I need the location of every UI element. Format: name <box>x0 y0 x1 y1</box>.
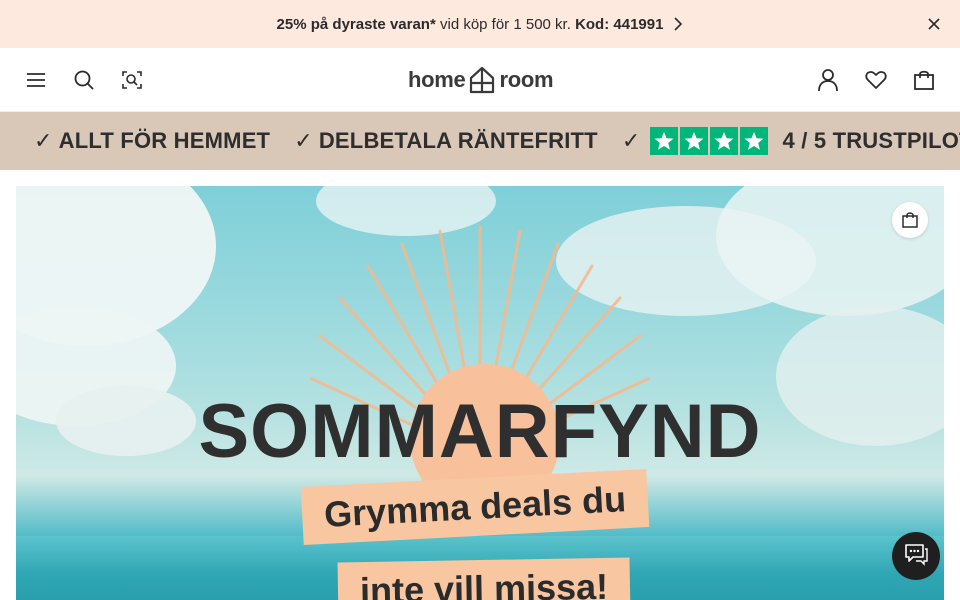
check-icon: ✓ <box>34 128 53 153</box>
star-icon <box>710 127 739 155</box>
search-icon[interactable] <box>72 68 96 92</box>
usp-item-label: DELBETALA RÄNTEFRITT <box>318 128 598 153</box>
hero-title: SOMMARFYND <box>198 389 762 474</box>
chevron-right-icon[interactable] <box>673 17 683 31</box>
trustpilot-rating[interactable]: ✓ 4 / 5 TRUSTPILOT <box>622 127 960 155</box>
house-logo-icon <box>469 66 495 94</box>
trustpilot-stars <box>650 127 770 155</box>
usp-item: ✓ DELBETALA RÄNTEFRITT <box>294 128 598 154</box>
close-icon[interactable] <box>926 16 942 32</box>
promo-regular-text: vid köp för 1 500 kr. <box>435 15 576 33</box>
check-icon: ✓ <box>294 128 313 153</box>
star-icon <box>740 127 769 155</box>
usp-item-label: ALLT FÖR HEMMET <box>58 128 271 153</box>
visual-search-icon[interactable] <box>120 68 144 92</box>
promo-code-text: Kod: 441991 <box>575 15 664 33</box>
logo-text-right: room <box>499 67 554 92</box>
menu-icon[interactable] <box>24 68 48 92</box>
chat-icon <box>903 542 929 571</box>
star-icon <box>680 127 709 155</box>
bag-icon[interactable] <box>912 68 936 92</box>
hero-tagline-1: Grymma deals du <box>300 468 650 546</box>
promo-bold-text: 25% på dyraste varan* <box>276 15 436 33</box>
home-room-logo[interactable]: home room <box>408 65 554 95</box>
hero-tagline-2: inte vill missa! <box>337 557 631 600</box>
heart-icon[interactable] <box>864 68 888 92</box>
trustpilot-rating-text: 4 / 5 TRUSTPILOT <box>782 128 960 153</box>
chat-button[interactable] <box>892 532 940 580</box>
check-icon: ✓ <box>621 128 641 153</box>
quick-shop-bag-icon[interactable] <box>892 202 928 238</box>
hero-banner[interactable]: SOMMARFYND Grymma deals du inte vill mis… <box>16 186 944 600</box>
usp-bar: ✓ ALLT FÖR HEMMET ✓ DELBETALA RÄNTEFRITT… <box>0 112 960 170</box>
logo-text-left: home <box>408 67 466 92</box>
site-header: home room <box>0 48 960 112</box>
star-icon <box>650 127 679 155</box>
usp-item: ✓ ALLT FÖR HEMMET <box>34 128 270 154</box>
promo-bar[interactable]: 25% på dyraste varan* vid köp för 1 500 … <box>0 0 960 48</box>
user-icon[interactable] <box>816 68 840 92</box>
